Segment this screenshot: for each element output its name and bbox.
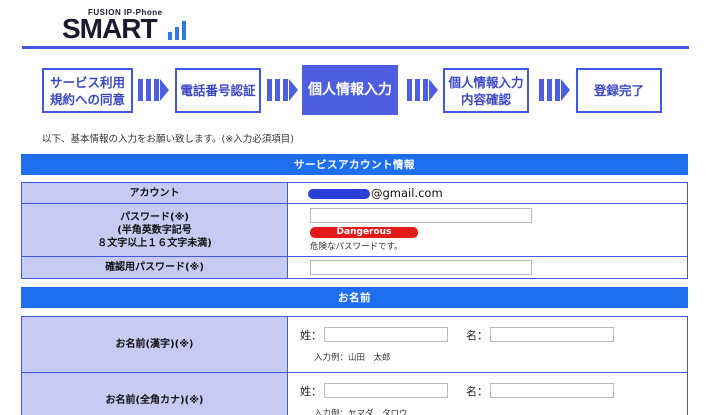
kanji-first-name-input[interactable] — [490, 327, 614, 342]
confirm-password-value-cell — [287, 256, 688, 279]
name-kanji-value-cell: 姓： 名： 入力例：山田 太郎 — [287, 316, 688, 373]
account-label: アカウント — [21, 182, 288, 204]
confirm-password-input[interactable] — [310, 260, 532, 275]
step-label-line: 電話番号認証 — [180, 83, 256, 98]
password-label: パスワード(※) (半角英数字記号 ８文字以上１６文字未満) — [21, 203, 288, 257]
header-divider — [22, 46, 689, 49]
step-label-line: 登録完了 — [593, 83, 644, 98]
section-header-name: お名前 — [21, 287, 688, 308]
redacted-email-mask — [308, 188, 370, 199]
step-registration-complete: 登録完了 — [576, 68, 662, 113]
name-kana-label: お名前(全角カナ)(※) — [21, 372, 288, 415]
kanji-last-name-input[interactable] — [324, 327, 448, 342]
kana-last-name-input[interactable] — [324, 383, 448, 398]
sei-label: 姓： — [300, 384, 322, 398]
name-kanji-row: お名前(漢字)(※) 姓： 名： 入力例：山田 太郎 — [21, 316, 688, 373]
step-arrow-icon — [267, 79, 299, 101]
confirm-password-row: 確認用パスワード(※) — [21, 256, 688, 279]
confirm-password-label: 確認用パスワード(※) — [21, 256, 288, 279]
name-kanji-label: お名前(漢字)(※) — [21, 316, 288, 373]
name-kana-value-cell: 姓： 名： 入力例：ヤマダ タロウ — [287, 372, 688, 415]
step-phone-verification: 電話番号認証 — [175, 68, 261, 113]
step-label-line: 内容確認 — [460, 91, 511, 107]
password-strength-message: 危険なパスワードです。 — [310, 242, 403, 252]
password-strength-badge: Dangerous — [310, 227, 418, 238]
sei-label: 姓： — [300, 328, 322, 342]
step-label-line: 個人情報入力 — [308, 81, 392, 98]
step-arrow-icon — [539, 79, 571, 101]
name-kana-row: お名前(全角カナ)(※) 姓： 名： 入力例：ヤマダ タロウ — [21, 372, 688, 415]
step-terms-agreement: サービス利用 規約への同意 — [42, 68, 133, 113]
logo-title: SMART — [62, 13, 158, 44]
kanji-example: 入力例：山田 太郎 — [314, 352, 391, 363]
password-label-line: (半角英数字記号 — [117, 224, 192, 236]
password-input[interactable] — [310, 208, 532, 223]
step-personal-info-input: 個人情報入力 — [302, 65, 398, 115]
step-label-line: 規約への同意 — [49, 91, 125, 107]
account-row: アカウント @gmail.com — [21, 182, 688, 204]
intro-text: 以下、基本情報の入力をお願い致します。(※入力必須項目) — [42, 134, 294, 145]
password-value-cell: Dangerous 危険なパスワードです。 — [287, 203, 688, 257]
account-email: @gmail.com — [308, 186, 443, 200]
password-row: パスワード(※) (半角英数字記号 ８文字以上１６文字未満) Dangerous… — [21, 203, 688, 257]
password-label-line: パスワード(※) — [120, 211, 189, 223]
kana-example: 入力例：ヤマダ タロウ — [314, 408, 408, 415]
name-form-table: お名前(漢字)(※) 姓： 名： 入力例：山田 太郎 お名前(全角カナ)(※) … — [21, 316, 688, 415]
step-label-line: 個人情報入力 — [448, 74, 524, 90]
step-label-line: サービス利用 — [49, 74, 125, 90]
step-personal-info-confirm: 個人情報入力 内容確認 — [443, 68, 529, 113]
name-kana-inputs: 姓： 名： — [292, 383, 687, 399]
name-kanji-inputs: 姓： 名： — [292, 327, 687, 343]
account-form-table: アカウント @gmail.com パスワード(※) (半角英数字記号 ８文字以上… — [21, 182, 688, 279]
account-email-domain: @gmail.com — [371, 186, 443, 200]
account-value-cell: @gmail.com — [287, 182, 688, 204]
mei-label: 名： — [466, 384, 488, 398]
kana-first-name-input[interactable] — [490, 383, 614, 398]
step-arrow-icon — [407, 79, 439, 101]
app-logo: FUSION IP-Phone SMART — [62, 8, 202, 44]
signal-bars-icon — [168, 21, 186, 40]
section-header-account: サービスアカウント情報 — [21, 154, 688, 175]
mei-label: 名： — [466, 328, 488, 342]
step-arrow-icon — [138, 79, 170, 101]
registration-steps: サービス利用 規約への同意 電話番号認証 個人情報入力 個人情報入力 内容確認 登録… — [42, 65, 682, 115]
password-label-line: ８文字以上１６文字未満) — [97, 237, 212, 249]
